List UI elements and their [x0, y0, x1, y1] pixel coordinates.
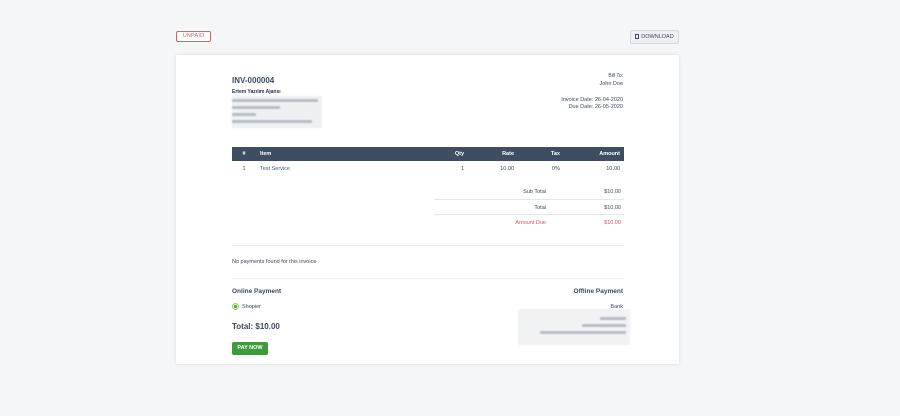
subtotal-row: Sub Total $10.00	[434, 184, 624, 200]
row-num: 1	[242, 166, 246, 172]
status-badge: UNPAID	[176, 31, 211, 42]
shopier-radio[interactable]	[232, 303, 239, 310]
row-rate: 10.00	[500, 166, 514, 172]
totals-block: Sub Total $10.00 Total $10.00 Amount Due…	[434, 184, 624, 231]
table-header-row: # Item Qty Rate Tax Amount	[232, 147, 624, 161]
subtotal-label: Sub Total	[523, 189, 546, 195]
download-label: DOWNLOAD	[641, 34, 674, 40]
total-value: $10.00	[604, 204, 621, 211]
col-header-item: Item	[260, 151, 272, 157]
amount-due-label: Amount Due	[515, 220, 546, 226]
row-tax: 0%	[552, 166, 560, 172]
amount-due-value: $10.00	[604, 220, 621, 226]
divider	[232, 278, 624, 279]
bill-to-label: Bill To:	[608, 73, 623, 79]
total-label: Total	[534, 204, 546, 211]
bill-to-name: John Doe	[599, 81, 623, 87]
row-qty: 1	[460, 166, 464, 172]
online-payment-title: Online Payment	[232, 288, 282, 295]
invoice-date: Invoice Date: 26-04-2020	[561, 97, 623, 103]
col-header-tax: Tax	[550, 151, 560, 157]
row-amount: 10.00	[606, 166, 620, 172]
document-icon	[635, 34, 640, 39]
shopier-label[interactable]: Shopier	[242, 304, 261, 310]
offline-payment-title: Offline Payment	[573, 288, 623, 295]
total-row: Total $10.00	[434, 200, 624, 215]
col-header-amount: Amount	[599, 151, 620, 157]
items-table: # Item Qty Rate Tax Amount 1 Test Servic…	[232, 147, 624, 177]
col-header-rate: Rate	[502, 151, 514, 157]
due-date: Due Date: 26-05-2020	[568, 104, 623, 110]
online-total: Total: $10.00	[232, 322, 280, 331]
download-button[interactable]: DOWNLOAD	[630, 30, 679, 44]
divider	[232, 245, 624, 246]
col-header-num: #	[242, 151, 246, 157]
invoice-card: INV-000004 Ertem Yazılım Ajansı Bill To:…	[176, 55, 679, 364]
col-header-qty: Qty	[454, 151, 464, 157]
subtotal-value: $10.00	[604, 189, 621, 195]
company-name: Ertem Yazılım Ajansı	[232, 89, 281, 95]
amount-due-row: Amount Due $10.00	[434, 215, 624, 231]
no-payments-message: No payments found for this invoice	[232, 259, 317, 265]
pay-now-button[interactable]: PAY NOW	[232, 342, 268, 355]
bank-details-redacted	[518, 309, 630, 345]
company-address-redacted	[232, 96, 322, 128]
invoice-number: INV-000004	[232, 76, 275, 85]
row-item: Test Service	[260, 166, 290, 172]
table-row: 1 Test Service 1 10.00 0% 10.00	[232, 161, 624, 177]
